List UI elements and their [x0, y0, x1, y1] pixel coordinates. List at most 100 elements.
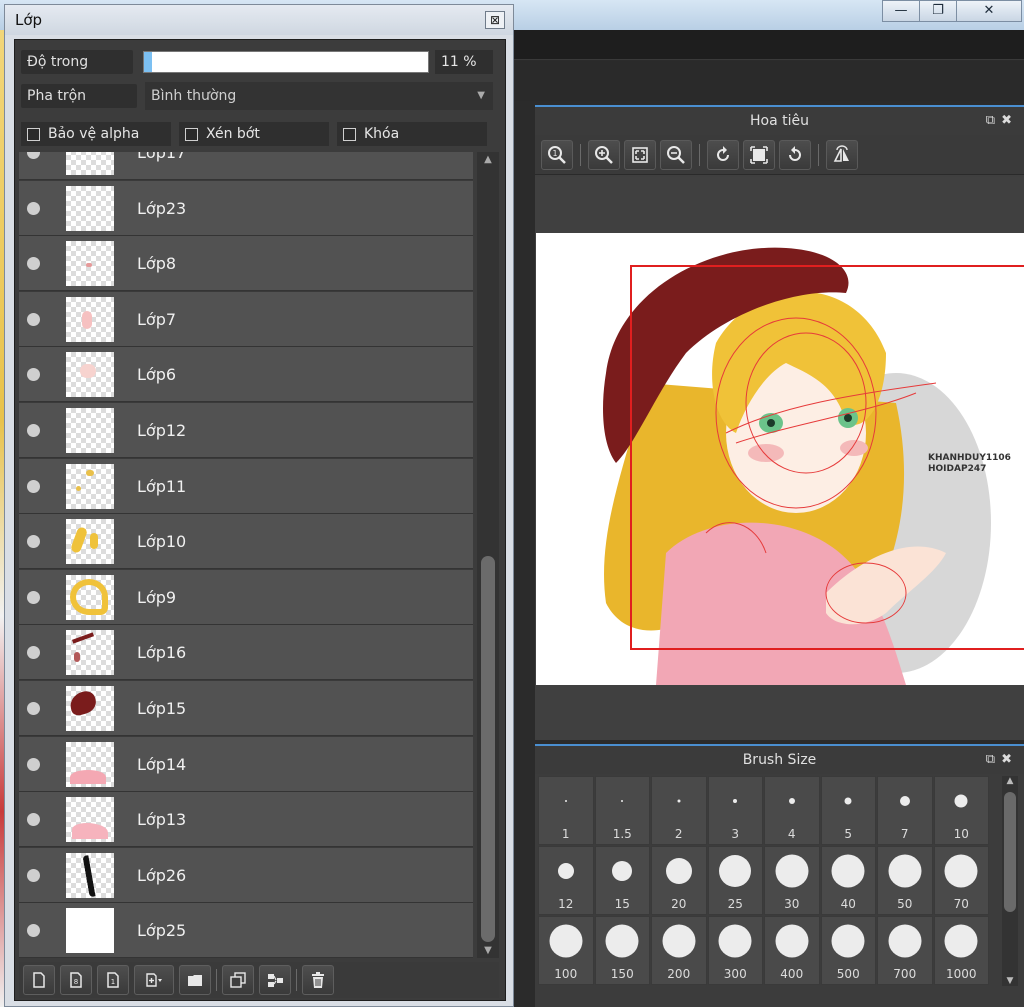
new-1bit-layer-button[interactable]: 1	[97, 965, 129, 995]
brush-size-cell[interactable]: 25	[707, 846, 763, 915]
protect-alpha-checkbox[interactable]: Bảo vệ alpha	[21, 122, 171, 146]
layer-row[interactable]: Lớp12	[19, 403, 473, 458]
merge-down-button[interactable]	[259, 965, 291, 995]
visibility-toggle-icon[interactable]	[27, 152, 40, 159]
brush-size-cell[interactable]: 4	[764, 776, 820, 845]
brush-size-cell[interactable]: 40	[820, 846, 876, 915]
rotate-right-button[interactable]	[779, 139, 811, 170]
popout-icon[interactable]: ⧉	[986, 113, 1001, 128]
brush-size-cell[interactable]: 200	[651, 916, 707, 985]
layer-row[interactable]: Lớp6	[19, 347, 473, 403]
layer-row[interactable]: Lớp17	[19, 152, 473, 180]
brush-size-cell[interactable]: 1	[538, 776, 594, 845]
brush-size-cell[interactable]: 20	[651, 846, 707, 915]
visibility-toggle-icon[interactable]	[27, 424, 40, 437]
visibility-toggle-icon[interactable]	[27, 312, 40, 326]
brush-size-cell[interactable]: 10	[933, 776, 989, 845]
visibility-toggle-icon[interactable]	[27, 924, 40, 938]
popout-icon[interactable]: ⧉	[986, 752, 1001, 767]
brush-size-cell[interactable]: 1000	[933, 916, 989, 985]
rotate-right-icon	[789, 145, 801, 161]
brush-size-cell[interactable]: 50	[877, 846, 933, 915]
reset-rotation-button[interactable]	[743, 139, 775, 170]
brush-size-cell[interactable]: 7	[877, 776, 933, 845]
layer-row[interactable]: Lớp7	[19, 291, 473, 347]
visibility-toggle-icon[interactable]	[27, 757, 40, 771]
visibility-toggle-icon[interactable]	[27, 257, 40, 271]
navigator-panel: Hoa tiêu ⧉✖ 1 KHANHDUY1106 HOIDAP247	[535, 105, 1024, 740]
brush-size-cell[interactable]: 70	[933, 846, 989, 915]
layer-row[interactable]: Lớp23	[19, 180, 473, 236]
layer-row[interactable]: Lớp14	[19, 736, 473, 792]
layer-name: Lớp7	[137, 309, 177, 329]
visibility-toggle-icon[interactable]	[27, 813, 40, 827]
visibility-toggle-icon[interactable]	[27, 201, 40, 215]
layer-row[interactable]: Lớp10	[19, 514, 473, 570]
flip-horizontal-button[interactable]	[826, 139, 858, 170]
scroll-up-icon[interactable]: ▲	[477, 154, 499, 165]
brush-size-cell[interactable]: 700	[877, 916, 933, 985]
brush-size-cell[interactable]: 100	[538, 916, 594, 985]
visibility-toggle-icon[interactable]	[27, 368, 40, 382]
layer-row[interactable]: Lớp26	[19, 847, 473, 903]
brush-size-cell[interactable]: 300	[707, 916, 763, 985]
visibility-toggle-icon[interactable]	[27, 535, 40, 549]
maximize-button[interactable]: ❐	[919, 0, 957, 22]
layer-row[interactable]: Lớp25	[19, 903, 473, 958]
close-window-button[interactable]: ✕	[956, 0, 1022, 22]
visibility-toggle-icon[interactable]	[27, 868, 40, 882]
scroll-down-icon[interactable]: ▼	[1002, 976, 1018, 986]
zoom-out-button[interactable]	[660, 139, 692, 170]
clipping-checkbox[interactable]: Xén bớt	[179, 122, 329, 146]
scroll-up-icon[interactable]: ▲	[1002, 776, 1018, 786]
layer-name: Lớp8	[137, 254, 177, 274]
layer-row[interactable]: Lớp15	[19, 681, 473, 736]
lock-checkbox[interactable]: Khóa	[337, 122, 487, 146]
close-icon[interactable]: ✖	[1001, 113, 1018, 128]
new-8bit-layer-button[interactable]: 8	[60, 965, 92, 995]
zoom-in-button[interactable]	[588, 139, 620, 170]
brush-scrollbar[interactable]: ▲ ▼	[1002, 776, 1018, 986]
minimize-button[interactable]: —	[882, 0, 920, 22]
new-folder-button[interactable]	[179, 965, 211, 995]
add-layer-dropdown-button[interactable]	[134, 965, 174, 995]
close-icon[interactable]: ✖	[1001, 752, 1018, 767]
brush-size-cell[interactable]: 30	[764, 846, 820, 915]
delete-layer-button[interactable]	[302, 965, 334, 995]
blend-mode-select[interactable]: Bình thường ▼	[145, 82, 493, 110]
brush-size-cell[interactable]: 500	[820, 916, 876, 985]
new-layer-button[interactable]	[23, 965, 55, 995]
brush-size-cell[interactable]: 400	[764, 916, 820, 985]
brush-size-cell[interactable]: 2	[651, 776, 707, 845]
layer-window-close-button[interactable]: ⊠	[485, 11, 505, 29]
navigator-preview-area[interactable]: KHANHDUY1106 HOIDAP247	[535, 177, 1024, 740]
scroll-down-icon[interactable]: ▼	[477, 945, 499, 956]
opacity-value[interactable]: 11 %	[435, 50, 493, 74]
scroll-thumb[interactable]	[1004, 792, 1016, 912]
brush-size-cell[interactable]: 12	[538, 846, 594, 915]
brush-size-cell[interactable]: 5	[820, 776, 876, 845]
rotate-left-button[interactable]	[707, 139, 739, 170]
brush-size-cell[interactable]: 1.5	[594, 776, 650, 845]
zoom-100-button[interactable]: 1	[541, 139, 573, 170]
layer-row[interactable]: Lớp13	[19, 792, 473, 848]
viewport-rectangle[interactable]	[630, 265, 1024, 650]
visibility-toggle-icon[interactable]	[27, 590, 40, 604]
layer-list-scrollbar[interactable]: ▲ ▼	[477, 152, 499, 958]
brush-size-cell[interactable]: 150	[594, 916, 650, 985]
fit-window-button[interactable]	[624, 139, 656, 170]
duplicate-layer-button[interactable]	[222, 965, 254, 995]
visibility-toggle-icon[interactable]	[27, 702, 40, 715]
visibility-toggle-icon[interactable]	[27, 646, 40, 660]
opacity-slider[interactable]	[143, 51, 429, 73]
layer-row[interactable]: Lớp16	[19, 625, 473, 681]
visibility-toggle-icon[interactable]	[27, 479, 40, 493]
scroll-thumb[interactable]	[481, 556, 495, 942]
layer-window-title-bar[interactable]: Lớp ⊠	[5, 5, 513, 35]
layer-row[interactable]: Lớp11	[19, 458, 473, 514]
layer-row[interactable]: Lớp8	[19, 236, 473, 292]
brush-size-cell[interactable]: 3	[707, 776, 763, 845]
brush-size-cell[interactable]: 15	[594, 846, 650, 915]
layer-thumbnail	[66, 519, 114, 565]
layer-row[interactable]: Lớp9	[19, 569, 473, 625]
